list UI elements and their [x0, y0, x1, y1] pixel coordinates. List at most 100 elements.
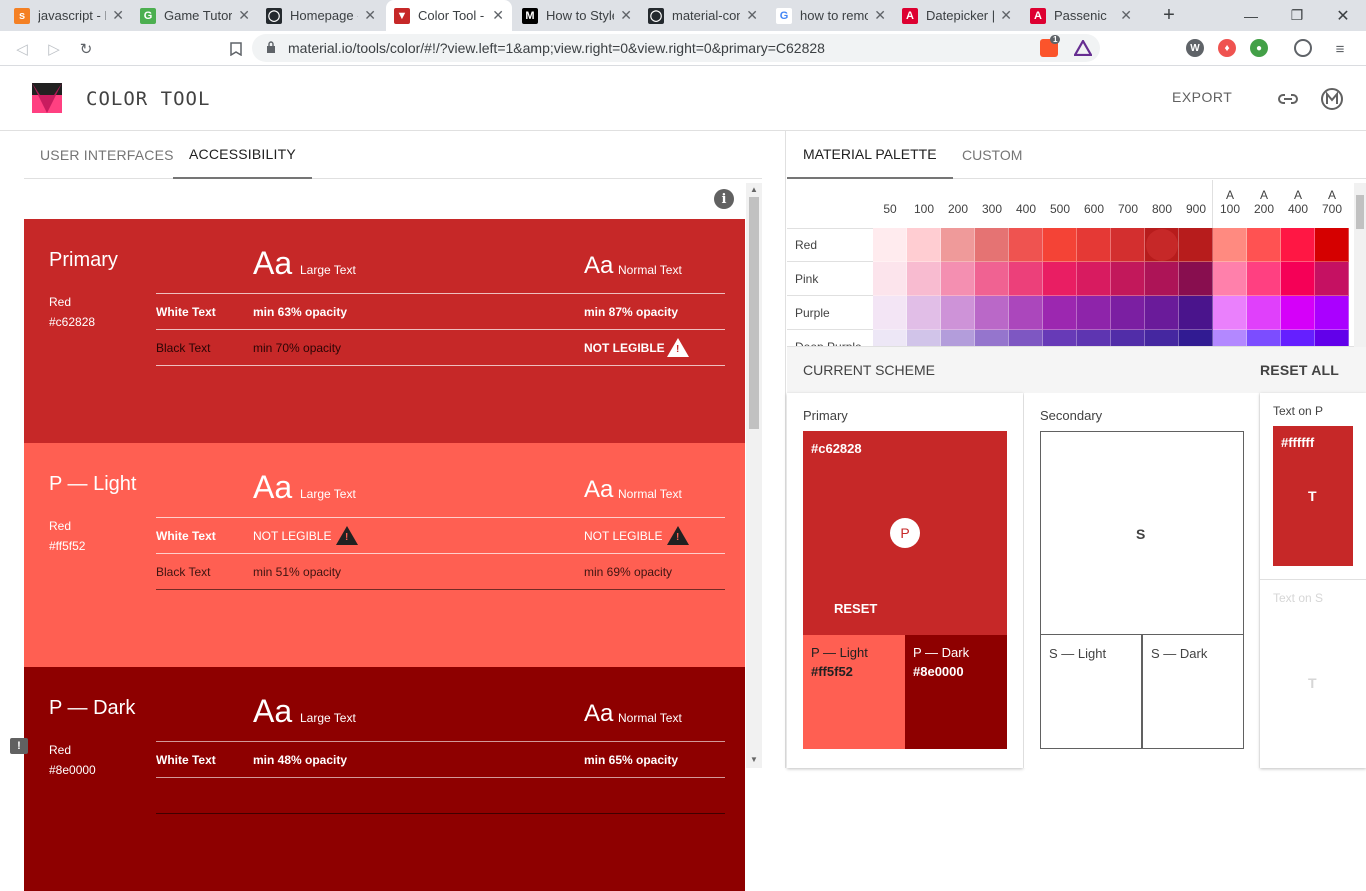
- close-window-button[interactable]: ✕: [1320, 0, 1366, 31]
- palette-swatch[interactable]: [1213, 330, 1247, 346]
- p-dark-swatch[interactable]: P — Dark #8e0000: [905, 635, 1007, 749]
- menu-icon[interactable]: ≡: [1326, 35, 1354, 63]
- browser-tab[interactable]: M How to Style ✕: [514, 0, 640, 31]
- palette-swatch[interactable]: [1009, 296, 1043, 330]
- browser-tab[interactable]: ▼ Color Tool - M ✕: [386, 0, 512, 31]
- palette-swatch[interactable]: [1077, 262, 1111, 296]
- reload-icon[interactable]: ↻: [72, 35, 100, 63]
- palette-swatch[interactable]: [1315, 296, 1349, 330]
- palette-swatch[interactable]: [1213, 296, 1247, 330]
- palette-swatch[interactable]: [1009, 262, 1043, 296]
- palette-scroll-thumb[interactable]: [1356, 195, 1364, 229]
- palette-swatch[interactable]: [1009, 228, 1043, 262]
- palette-swatch[interactable]: [1179, 296, 1213, 330]
- palette-row-label[interactable]: Purple: [795, 306, 830, 320]
- palette-swatch[interactable]: [1179, 262, 1213, 296]
- s-dark-swatch[interactable]: S — Dark: [1142, 634, 1244, 749]
- link-icon[interactable]: [1276, 87, 1300, 111]
- tab-close-icon[interactable]: ✕: [492, 7, 504, 24]
- browser-tab[interactable]: G Game Tutoria ✕: [132, 0, 258, 31]
- extension-shield-icon[interactable]: ♦: [1218, 39, 1236, 57]
- tab-close-icon[interactable]: ✕: [1120, 7, 1132, 24]
- tab-close-icon[interactable]: ✕: [1000, 7, 1012, 24]
- palette-swatch[interactable]: [873, 330, 907, 346]
- reset-all-button[interactable]: RESET ALL: [1260, 362, 1339, 378]
- palette-swatch[interactable]: [1247, 296, 1281, 330]
- palette-swatch[interactable]: [1111, 262, 1145, 296]
- reset-button[interactable]: RESET: [834, 601, 877, 616]
- palette-swatch[interactable]: [975, 296, 1009, 330]
- palette-swatch[interactable]: [1213, 262, 1247, 296]
- tab-user-interfaces[interactable]: USER INTERFACES: [40, 131, 174, 179]
- export-button[interactable]: EXPORT: [1172, 89, 1232, 105]
- palette-swatch[interactable]: [1009, 330, 1043, 346]
- browser-tab[interactable]: A Datepicker | A ✕: [894, 0, 1020, 31]
- tab-close-icon[interactable]: ✕: [112, 7, 124, 24]
- palette-swatch[interactable]: [1043, 330, 1077, 346]
- palette-swatch[interactable]: [1111, 330, 1145, 346]
- palette-swatch[interactable]: [1077, 330, 1111, 346]
- palette-swatch[interactable]: [1281, 330, 1315, 346]
- brave-rewards-icon[interactable]: [1074, 39, 1092, 57]
- palette-swatch[interactable]: [1315, 262, 1349, 296]
- palette-swatch[interactable]: [1077, 228, 1111, 262]
- palette-swatch[interactable]: [1213, 228, 1247, 262]
- palette-swatch[interactable]: [1281, 228, 1315, 262]
- palette-swatch[interactable]: [873, 296, 907, 330]
- browser-tab[interactable]: Ghow to remo ✕: [768, 0, 894, 31]
- text-on-p-swatch[interactable]: #ffffff T: [1273, 426, 1353, 566]
- palette-swatch[interactable]: [907, 228, 941, 262]
- browser-tab[interactable]: s javascript - Bo ✕: [6, 0, 132, 31]
- palette-swatch[interactable]: [941, 330, 975, 346]
- browser-tab[interactable]: ◯ Homepage - ✕: [258, 0, 384, 31]
- secondary-swatch[interactable]: S: [1040, 431, 1244, 635]
- palette-swatch[interactable]: [941, 296, 975, 330]
- palette-swatch[interactable]: [1281, 296, 1315, 330]
- scroll-up-arrow[interactable]: ▲: [750, 185, 758, 194]
- scroll-thumb[interactable]: [749, 197, 759, 429]
- palette-scrollbar[interactable]: [1354, 183, 1366, 347]
- tab-close-icon[interactable]: ✕: [238, 7, 250, 24]
- palette-swatch[interactable]: [975, 262, 1009, 296]
- tab-close-icon[interactable]: ✕: [746, 7, 758, 24]
- palette-swatch[interactable]: [873, 228, 907, 262]
- browser-tab[interactable]: ◯ material-com ✕: [640, 0, 766, 31]
- palette-swatch-selected[interactable]: [1145, 228, 1179, 262]
- profile-icon[interactable]: [1294, 39, 1312, 57]
- palette-swatch[interactable]: [1247, 330, 1281, 346]
- palette-swatch[interactable]: [1247, 262, 1281, 296]
- palette-swatch[interactable]: [1145, 262, 1179, 296]
- tab-accessibility[interactable]: ACCESSIBILITY: [173, 131, 312, 179]
- palette-swatch[interactable]: [1111, 296, 1145, 330]
- palette-swatch[interactable]: [941, 228, 975, 262]
- brave-shield-icon[interactable]: 1: [1040, 35, 1061, 57]
- palette-row-label[interactable]: Pink: [795, 272, 818, 286]
- palette-swatch[interactable]: [1179, 228, 1213, 262]
- palette-swatch[interactable]: [1179, 330, 1213, 346]
- palette-swatch[interactable]: [1281, 262, 1315, 296]
- palette-swatch[interactable]: [975, 330, 1009, 346]
- palette-swatch[interactable]: [1111, 228, 1145, 262]
- address-bar[interactable]: material.io/tools/color/#!/?view.left=1&…: [252, 34, 1100, 62]
- palette-swatch[interactable]: [907, 296, 941, 330]
- new-tab-button[interactable]: +: [1146, 0, 1192, 31]
- palette-swatch[interactable]: [975, 228, 1009, 262]
- bookmark-icon[interactable]: [222, 35, 250, 63]
- palette-swatch[interactable]: [941, 262, 975, 296]
- palette-swatch[interactable]: [907, 262, 941, 296]
- extension-w-icon[interactable]: W: [1186, 39, 1204, 57]
- feedback-icon[interactable]: !: [10, 738, 28, 754]
- palette-swatch[interactable]: [1077, 296, 1111, 330]
- s-light-swatch[interactable]: S — Light: [1040, 634, 1142, 749]
- tab-close-icon[interactable]: ✕: [620, 7, 632, 24]
- palette-row-label[interactable]: Deep Purple: [795, 340, 862, 346]
- palette-row-label[interactable]: Red: [795, 238, 817, 252]
- forward-icon[interactable]: ▷: [40, 35, 68, 63]
- material-logo-icon[interactable]: [1320, 87, 1344, 111]
- browser-tab[interactable]: A Passenic ✕: [1022, 0, 1140, 31]
- palette-swatch[interactable]: [907, 330, 941, 346]
- palette-swatch[interactable]: [873, 262, 907, 296]
- tab-close-icon[interactable]: ✕: [364, 7, 376, 24]
- palette-swatch[interactable]: [1043, 296, 1077, 330]
- scroll-down-arrow[interactable]: ▼: [750, 755, 758, 764]
